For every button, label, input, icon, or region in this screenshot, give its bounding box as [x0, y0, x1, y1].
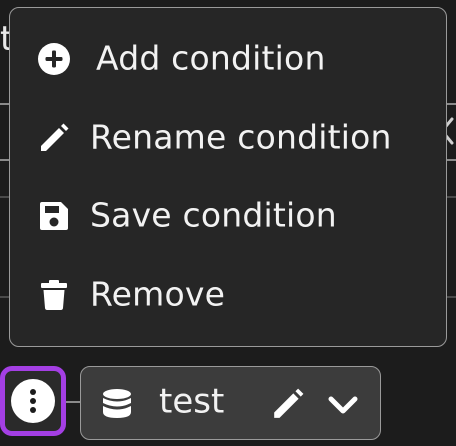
- chevron-down-icon[interactable]: [327, 389, 359, 421]
- condition-context-menu: Add condition Rename condition Save cond…: [9, 7, 447, 347]
- database-icon: [103, 389, 131, 418]
- dataset-selector-chip[interactable]: test: [80, 366, 381, 440]
- background-divider: [446, 296, 456, 298]
- more-options-button[interactable]: [0, 366, 66, 436]
- edit-pencil-icon[interactable]: [271, 387, 305, 421]
- stage: t Add condition Rename condition Save co…: [0, 0, 456, 446]
- background-divider: [446, 196, 456, 198]
- menu-item-label: Rename condition: [90, 117, 392, 157]
- floppy-disk-icon: [37, 199, 71, 233]
- trash-icon: [37, 278, 71, 312]
- menu-item-label: Remove: [90, 274, 226, 314]
- plus-circle-icon: [37, 42, 71, 76]
- menu-item-add-condition[interactable]: Add condition: [10, 22, 446, 96]
- menu-item-label: Save condition: [90, 195, 337, 235]
- menu-item-save-condition[interactable]: Save condition: [10, 179, 446, 253]
- menu-item-rename-condition[interactable]: Rename condition: [10, 101, 446, 175]
- menu-item-label: Add condition: [96, 38, 326, 78]
- dataset-name: test: [159, 381, 225, 422]
- kebab-vertical-icon: [11, 379, 55, 423]
- pencil-icon: [37, 121, 71, 155]
- menu-item-remove[interactable]: Remove: [10, 258, 446, 332]
